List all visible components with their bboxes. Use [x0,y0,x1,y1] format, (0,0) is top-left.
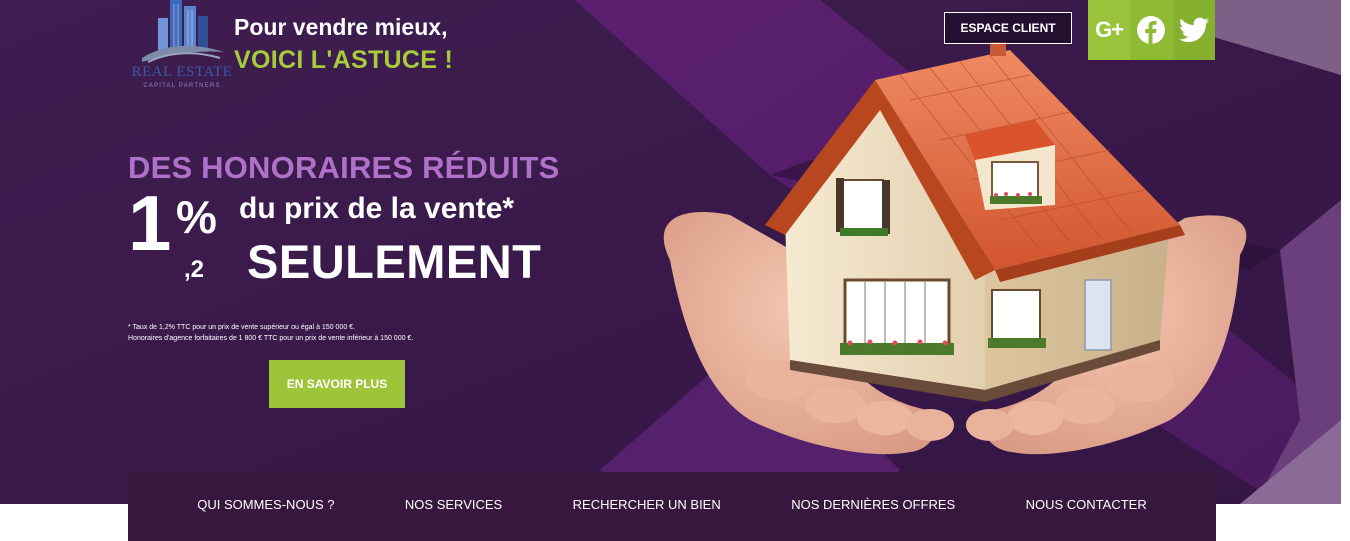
rate-decimal: ,2 [184,256,205,283]
nav-nous-contacter[interactable]: NOUS CONTACTER [1026,497,1147,512]
nav-qui-sommes-nous[interactable]: QUI SOMMES-NOUS ? [197,497,334,512]
house-in-hands-image [663,42,1247,455]
rate-percent-symbol: % [176,191,217,243]
facebook-icon [1137,16,1166,44]
tagline-line-1: Pour vendre mieux, [234,14,448,40]
footnote-flat-fee: Honoraires d'agence forfaitaires de 1 80… [128,335,414,342]
twitter-link[interactable] [1172,0,1215,60]
hero-banner: REAL ESTATE CAPITAL PARTNERS Pour vendre… [0,0,1341,504]
logo-subtitle: CAPITAL PARTNERS [143,83,221,89]
nav-rechercher-un-bien[interactable]: RECHERCHER UN BIEN [573,497,721,512]
price-of-sale-text: du prix de la vente* [239,192,515,225]
seulement-text: SEULEMENT [247,235,542,288]
footnote-rate: * Taux de 1,2% TTC pour un prix de vente… [128,324,356,331]
real-estate-logo[interactable]: REAL ESTATE CAPITAL PARTNERS [128,0,236,92]
buildings-logo-icon [142,0,224,63]
nav-nos-services[interactable]: NOS SERVICES [405,497,502,512]
twitter-icon [1178,17,1209,42]
facebook-link[interactable] [1130,0,1173,60]
en-savoir-plus-button[interactable]: EN SAVOIR PLUS [269,360,405,408]
nav-nos-dernieres-offres[interactable]: NOS DERNIÈRES OFFRES [791,497,955,512]
page: REAL ESTATE CAPITAL PARTNERS Pour vendre… [0,0,1350,541]
google-plus-icon: G+ [1095,17,1124,42]
google-plus-link[interactable]: G+ [1088,0,1131,60]
social-links: G+ [1088,0,1215,60]
logo-wordmark: REAL ESTATE [131,64,233,80]
tagline-line-2: VOICI L'ASTUCE ! [234,46,454,74]
promo-headline: DES HONORAIRES RÉDUITS [128,150,560,185]
main-nav: QUI SOMMES-NOUS ? NOS SERVICES RECHERCHE… [128,472,1216,541]
espace-client-button[interactable]: ESPACE CLIENT [944,12,1072,44]
rate-integer: 1 [128,179,172,267]
